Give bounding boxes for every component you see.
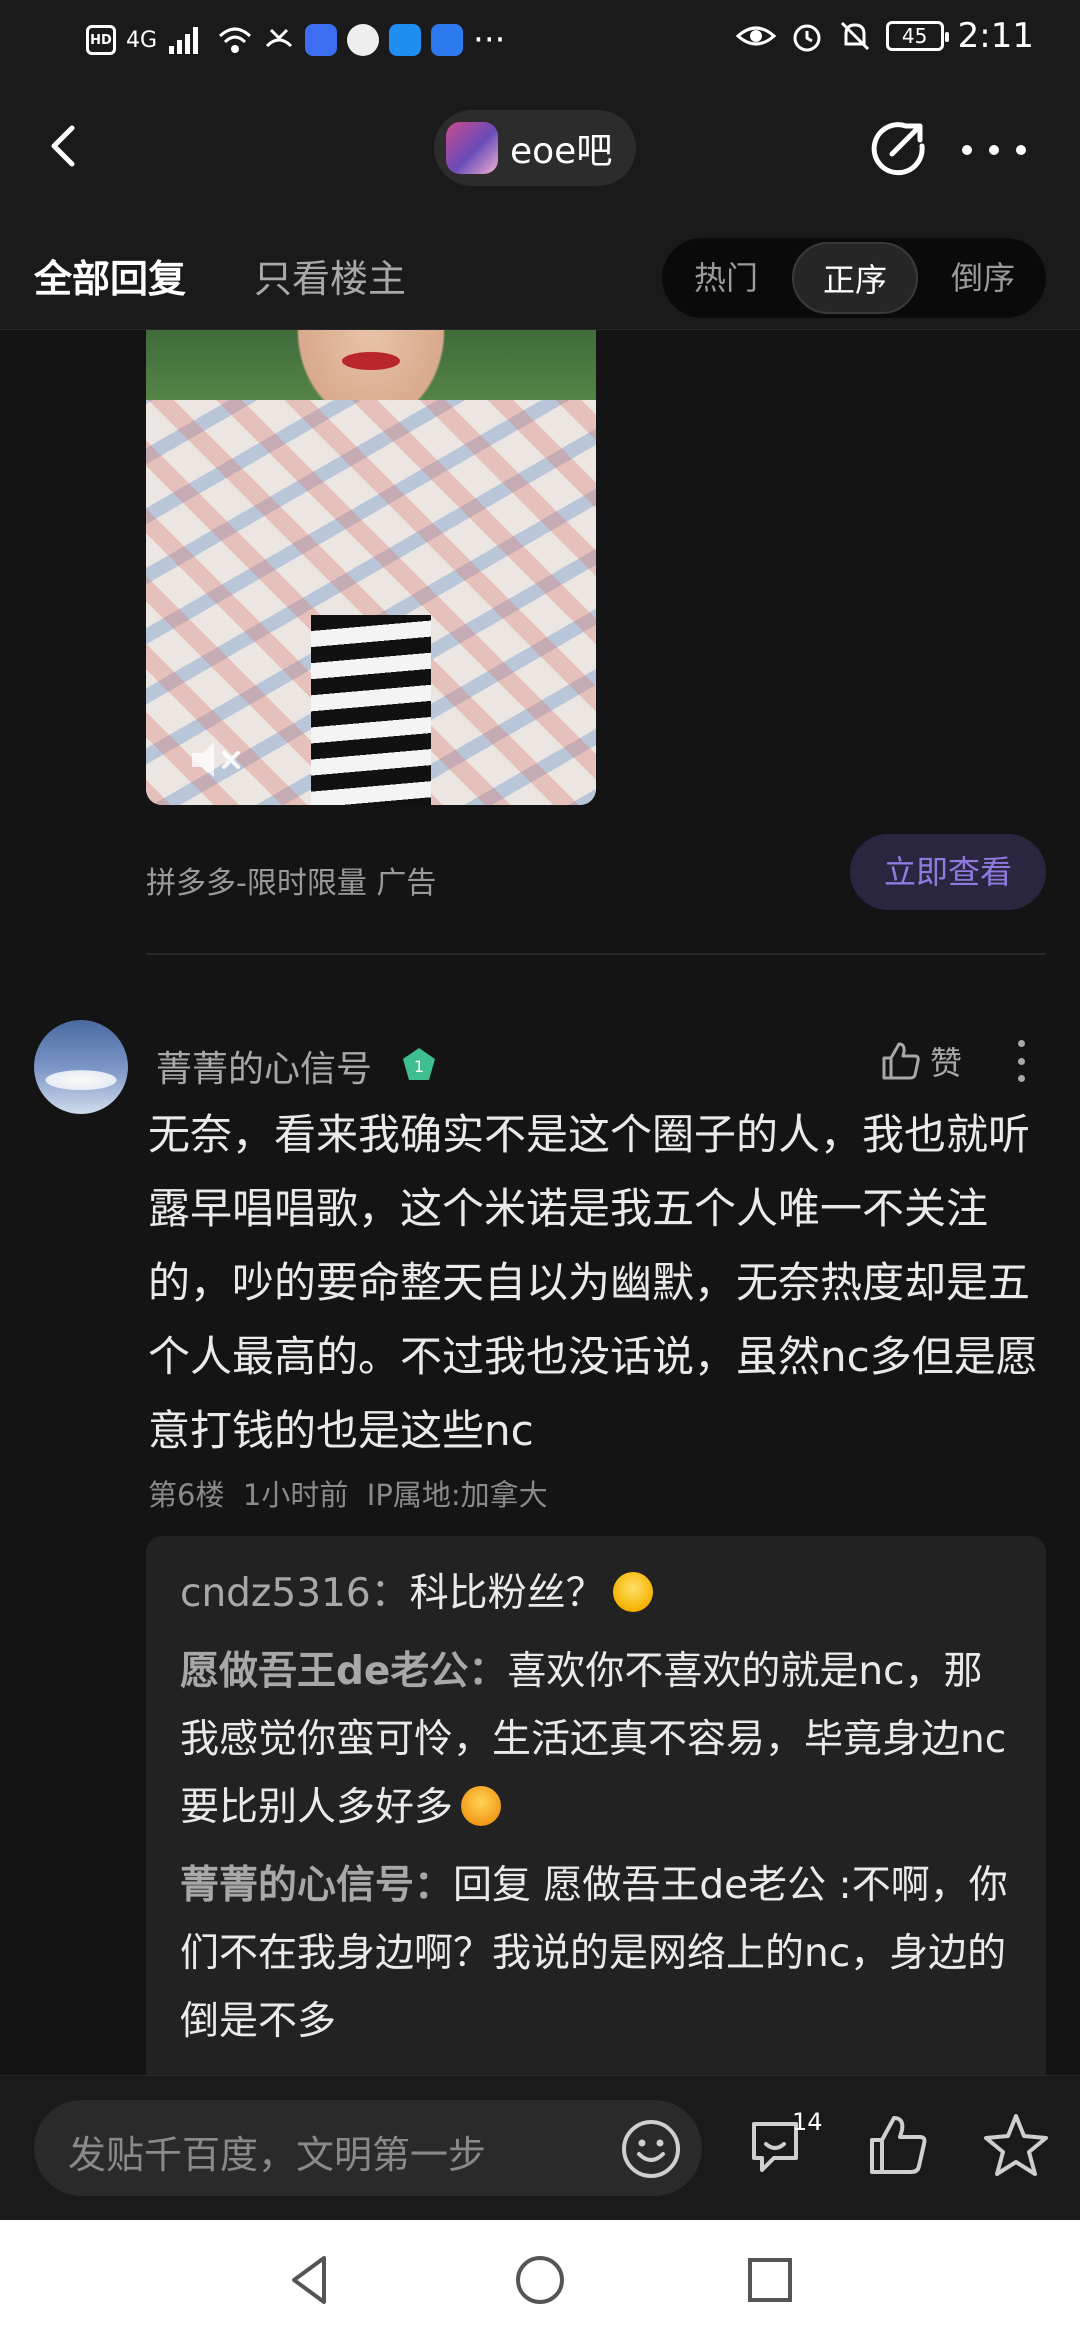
dot-icon bbox=[1018, 1057, 1025, 1065]
sort-descending[interactable]: 倒序 bbox=[920, 238, 1046, 318]
sub-reply-author[interactable]: cndz5316： bbox=[180, 1571, 410, 1616]
like-button[interactable]: 赞 bbox=[880, 1036, 962, 1086]
system-recent-apps-icon[interactable] bbox=[740, 2250, 800, 2310]
sort-hot[interactable]: 热门 bbox=[662, 238, 790, 318]
top-nav: eoe吧 bbox=[0, 80, 1080, 210]
wifi-icon bbox=[219, 27, 252, 53]
tab-op-only[interactable]: 只看楼主 bbox=[254, 248, 406, 303]
music-app-icon bbox=[305, 24, 338, 56]
search-app-icon bbox=[389, 24, 422, 56]
status-left: HD 4G ··· bbox=[86, 20, 505, 60]
dot-icon bbox=[962, 145, 972, 155]
sub-reply[interactable]: 愿做吾王de老公：喜欢你不喜欢的就是nc，那我感觉你蛮可怜，生活还真不容易，毕竟… bbox=[180, 1638, 1016, 1842]
star-icon[interactable] bbox=[980, 2110, 1052, 2182]
dot-icon bbox=[1016, 145, 1026, 155]
back-button[interactable] bbox=[38, 118, 94, 174]
thumbs-up-icon[interactable] bbox=[862, 2110, 934, 2182]
missed-call-icon bbox=[265, 28, 293, 48]
smile-emoji-icon bbox=[612, 1571, 653, 1612]
sort-ascending[interactable]: 正序 bbox=[792, 242, 918, 314]
system-back-icon[interactable] bbox=[280, 2250, 340, 2310]
like-label: 赞 bbox=[930, 1044, 963, 1082]
thumbs-up-icon bbox=[882, 1042, 920, 1080]
forum-avatar bbox=[446, 122, 498, 174]
emoji-icon[interactable] bbox=[616, 2114, 686, 2184]
hd-badge: HD bbox=[86, 25, 116, 55]
eye-icon bbox=[735, 26, 776, 46]
more-notifications: ··· bbox=[473, 20, 506, 60]
clock: 2:11 bbox=[957, 16, 1034, 56]
dot-icon bbox=[989, 145, 999, 155]
reply-input[interactable]: 发贴千百度，文明第一步 bbox=[34, 2100, 702, 2196]
message-app-icon bbox=[347, 24, 380, 56]
more-menu-button[interactable] bbox=[962, 130, 1026, 170]
sub-reply[interactable]: cndz5316：科比粉丝？ bbox=[180, 1560, 1016, 1628]
forum-pill[interactable]: eoe吧 bbox=[434, 110, 637, 186]
reply-tabs: 全部回复 只看楼主 热门 正序 倒序 bbox=[0, 210, 1080, 330]
tab-all-replies[interactable]: 全部回复 bbox=[34, 248, 186, 303]
sub-reply-author[interactable]: 菁菁的心信号： bbox=[180, 1863, 453, 1908]
ad-image-face bbox=[342, 352, 400, 370]
post-username[interactable]: 菁菁的心信号 bbox=[156, 1040, 372, 1092]
dot-icon bbox=[1018, 1040, 1025, 1047]
status-bar: HD 4G ··· 45 2:11 bbox=[0, 0, 1080, 80]
system-home-icon[interactable] bbox=[510, 2250, 570, 2310]
sub-replies[interactable]: cndz5316：科比粉丝？ 愿做吾王de老公：喜欢你不喜欢的就是nc，那我感觉… bbox=[146, 1536, 1046, 2075]
system-nav-bar bbox=[0, 2220, 1080, 2340]
ad-image-stripes bbox=[311, 615, 431, 805]
status-right: 45 2:11 bbox=[735, 16, 1034, 56]
ad-source-label: 拼多多-限时限量 广告 bbox=[146, 866, 437, 901]
tips-app-icon bbox=[431, 24, 464, 56]
battery-icon: 45 bbox=[885, 21, 949, 51]
mute-bell-icon bbox=[840, 21, 869, 51]
ad-view-now-button[interactable]: 立即查看 bbox=[850, 834, 1046, 910]
level-badge-icon: 1 bbox=[403, 1048, 435, 1080]
thread-content: 拼多多-限时限量 广告 立即查看 菁菁的心信号 1 赞 无奈，看来我确实不是这个… bbox=[0, 330, 1080, 2075]
ad-video-thumbnail[interactable] bbox=[146, 330, 596, 805]
level-number: 1 bbox=[414, 1057, 424, 1076]
signal-icon bbox=[169, 27, 199, 54]
sub-reply[interactable]: 菁菁的心信号：回复 愿做吾王de老公 :不啊，你们不在我身边啊？我说的是网络上的… bbox=[180, 1852, 1016, 2056]
avatar[interactable] bbox=[34, 1020, 128, 1114]
post-body: 无奈，看来我确实不是这个圈子的人，我也就听露早唱唱歌，这个米诺是我五个人唯一不关… bbox=[148, 1110, 1038, 1455]
network-label: 4G bbox=[126, 27, 158, 53]
mute-icon[interactable] bbox=[188, 735, 248, 785]
sort-switcher: 热门 正序 倒序 bbox=[662, 238, 1046, 318]
sub-reply-text: 科比粉丝？ bbox=[409, 1571, 605, 1616]
reply-input-placeholder: 发贴千百度，文明第一步 bbox=[68, 2133, 487, 2177]
post-more-button[interactable] bbox=[1018, 1040, 1028, 1082]
comment-count-badge: 14 bbox=[792, 2108, 823, 2136]
share-icon[interactable] bbox=[866, 116, 930, 180]
divider bbox=[146, 953, 1046, 955]
bottom-action-bar: 发贴千百度，文明第一步 14 bbox=[0, 2075, 1080, 2220]
post-meta: 第6楼 1小时前 IP属地:加拿大 bbox=[148, 1478, 548, 1512]
forum-name: eoe吧 bbox=[510, 131, 613, 172]
angry-emoji-icon bbox=[461, 1785, 502, 1826]
dot-icon bbox=[1018, 1075, 1025, 1082]
sub-reply-author[interactable]: 愿做吾王de老公： bbox=[180, 1649, 507, 1694]
alarm-icon bbox=[793, 24, 821, 52]
